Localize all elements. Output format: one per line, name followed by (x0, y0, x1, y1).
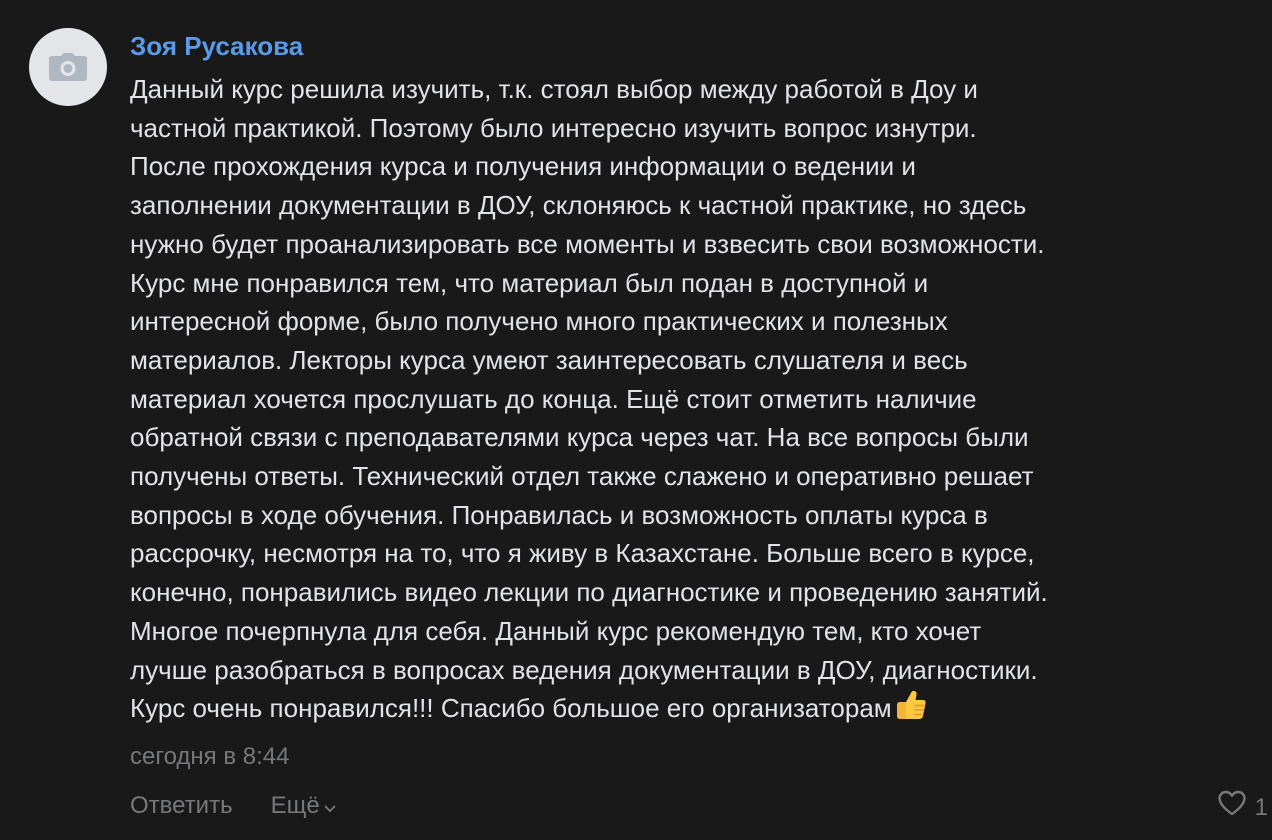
like-count: 1 (1254, 793, 1268, 821)
comment-timestamp[interactable]: сегодня в 8:44 (130, 741, 289, 773)
comment-actions: Ответить Ещё (130, 790, 336, 822)
more-label: Ещё (270, 792, 320, 819)
like-button[interactable]: 1 (1217, 790, 1268, 825)
author-name[interactable]: Зоя Русакова (130, 30, 303, 62)
more-button[interactable]: Ещё (271, 790, 336, 822)
chevron-down-icon (324, 790, 336, 822)
comment-text: Данный курс решила изучить, т.к. стоял в… (130, 70, 1265, 732)
comment-line: Многое почерпнула для себя. Данный курс … (130, 615, 982, 646)
comment-line: заполнении документации в ДОУ, склоняюсь… (130, 190, 1027, 221)
comment-line: конечно, понравились видео лекции по диа… (130, 577, 1048, 608)
comment-line: получены ответы. Технический отдел также… (130, 461, 1034, 492)
comment-line: обратной связи с преподавателями курса ч… (130, 422, 1029, 453)
avatar[interactable] (29, 28, 107, 106)
camera-icon (48, 52, 88, 82)
comment-line: материалов. Лекторы курса умеют заинтере… (130, 344, 968, 375)
comment-line: нужно будет проанализировать все моменты… (130, 228, 1045, 259)
comment-line: интересной форме, было получено много пр… (130, 306, 948, 337)
comment-line: вопросы в ходе обучения. Понравилась и в… (130, 499, 988, 530)
comment-line: лучше разобраться в вопросах ведения док… (130, 654, 1038, 685)
comment-line: материал хочется прослушать до конца. Ещ… (130, 383, 977, 414)
comment-last-line: Курс очень понравился!!! Спасибо большое… (130, 689, 1265, 732)
comment-line: рассрочку, несмотря на то, что я живу в … (130, 538, 1035, 569)
comment-line: Курс очень понравился!!! Спасибо большое… (130, 693, 892, 724)
comment-line: Данный курс решила изучить, т.к. стоял в… (130, 74, 978, 104)
comment-line: частной практикой. Поэтому было интересн… (130, 112, 977, 143)
comment-line: Курс мне понравился тем, что материал бы… (130, 267, 929, 298)
heart-icon (1217, 790, 1255, 825)
reply-button[interactable]: Ответить (130, 790, 233, 822)
comment-line: После прохождения курса и получения инфо… (130, 151, 916, 182)
thumbs-up-icon (894, 689, 928, 732)
